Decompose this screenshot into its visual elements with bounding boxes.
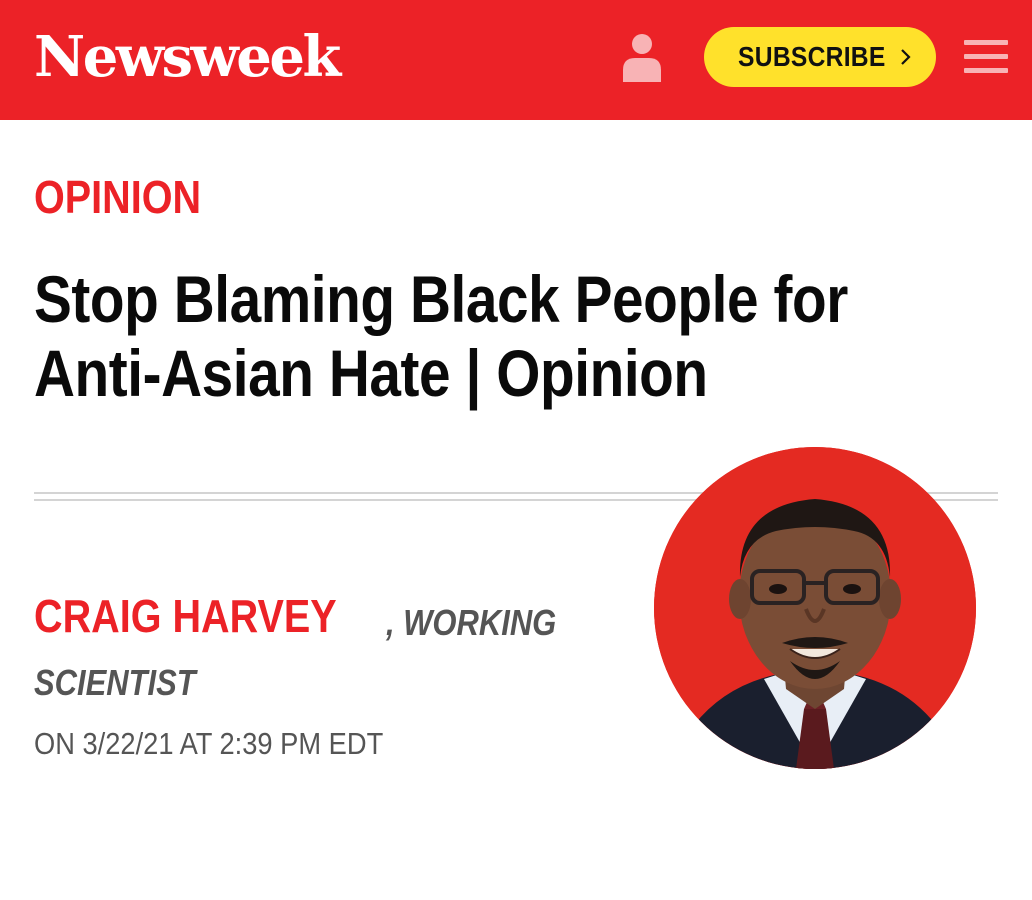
headline-line-2: Anti-Asian Hate | Opinion	[34, 336, 708, 410]
user-icon[interactable]	[622, 32, 662, 82]
subscribe-button[interactable]: SUBSCRIBE	[704, 27, 936, 87]
author-role: , WORKING	[386, 602, 557, 643]
hamburger-menu-icon[interactable]	[964, 40, 1008, 74]
section-label[interactable]: OPINION	[34, 172, 201, 222]
byline: CRAIG HARVEY , WORKING SCIENTIST	[34, 588, 654, 703]
author-name[interactable]: CRAIG HARVEY	[34, 588, 337, 644]
author-headshot-illustration	[654, 447, 976, 769]
subscribe-label: SUBSCRIBE	[738, 41, 886, 72]
headline-line-1: Stop Blaming Black People for	[34, 262, 848, 336]
newsweek-logo[interactable]: Newsweek	[34, 22, 341, 92]
author-headshot[interactable]	[654, 447, 976, 769]
publish-date: ON 3/22/21 AT 2:39 PM EDT	[34, 726, 384, 761]
article-headline: Stop Blaming Black People for Anti-Asian…	[34, 262, 946, 410]
site-header: Newsweek SUBSCRIBE	[0, 0, 1032, 120]
author-role-continued: SCIENTIST	[34, 662, 196, 703]
chevron-right-icon	[901, 49, 911, 65]
